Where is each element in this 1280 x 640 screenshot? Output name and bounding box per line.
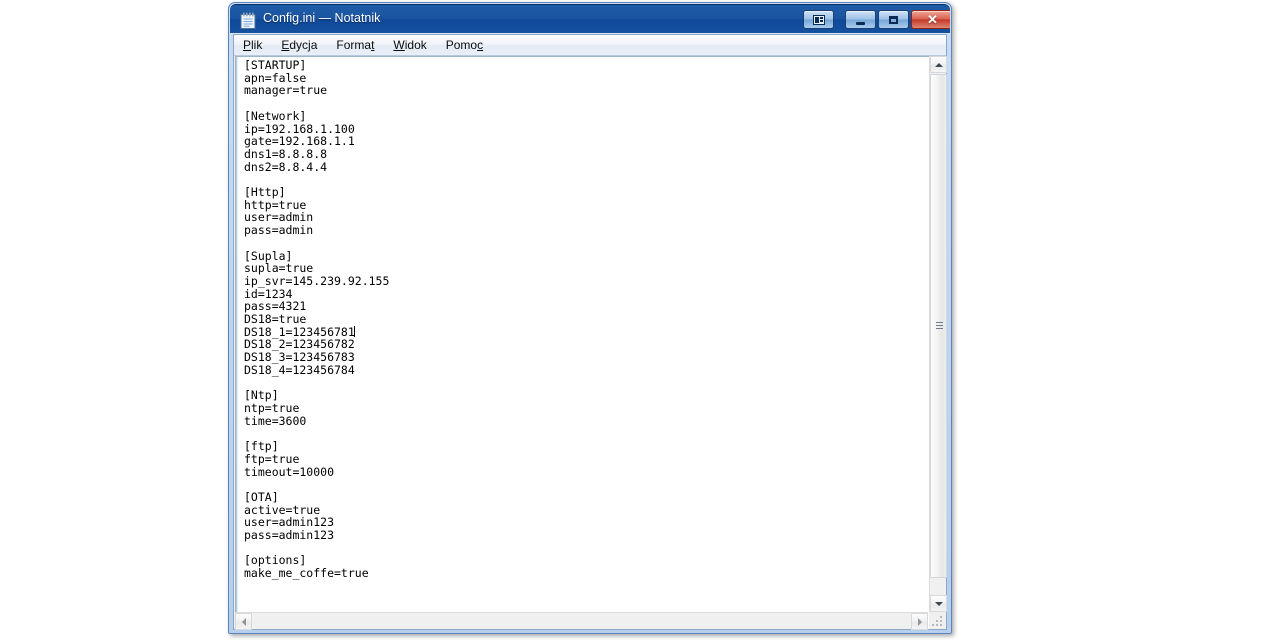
scroll-up-button[interactable] [930,56,947,73]
notepad-window[interactable]: Config.ini — Notatnik ✕ Plik Edycja Form… [228,2,952,634]
scroll-down-button[interactable] [930,595,947,612]
arrow-right-icon [917,617,922,626]
editor-text-after-caret: DS18_2=123456782 DS18_3=123456783 DS18_4… [244,337,369,581]
menu-item-format[interactable]: Format [336,38,374,52]
minimize-button[interactable] [845,10,876,29]
scroll-left-button[interactable] [235,613,252,630]
notepad-icon [240,12,256,29]
window-client-area: Plik Edycja Format Widok Pomoc [STARTUP]… [233,34,947,630]
horizontal-scrollbar[interactable] [235,612,928,630]
text-caret [353,325,355,337]
extra-titlebar-button[interactable] [803,10,834,29]
minimize-icon [846,11,875,28]
menu-bar[interactable]: Plik Edycja Format Widok Pomoc [234,35,946,56]
arrow-down-icon [934,601,943,606]
desktop-background: Config.ini — Notatnik ✕ Plik Edycja Form… [0,0,1280,640]
scrollbar-grip-icon [936,322,943,330]
text-editor-area[interactable]: [STARTUP] apn=false manager=true [Networ… [235,56,945,629]
menu-item-edycja[interactable]: Edycja [281,38,317,52]
maximize-icon [879,11,908,28]
menu-item-pomoc[interactable]: Pomoc [446,38,483,52]
arrow-up-icon [934,62,943,67]
title-bar[interactable]: Config.ini — Notatnik ✕ [230,4,950,34]
panel-icon [804,11,833,28]
window-resize-grip[interactable] [929,612,946,629]
scroll-right-button[interactable] [911,613,928,630]
arrow-left-icon [241,617,246,626]
editor-text-before-caret: [STARTUP] apn=false manager=true [Networ… [244,58,390,339]
vertical-scrollbar[interactable] [929,56,947,612]
window-title: Config.ini — Notatnik [263,11,381,25]
close-icon: ✕ [927,12,938,27]
vertical-scrollbar-thumb[interactable] [930,74,947,578]
menu-item-plik[interactable]: Plik [243,38,262,52]
menu-item-widok[interactable]: Widok [393,38,426,52]
editor-content[interactable]: [STARTUP] apn=false manager=true [Networ… [244,59,904,580]
close-button[interactable]: ✕ [911,10,950,29]
maximize-button[interactable] [878,10,909,29]
